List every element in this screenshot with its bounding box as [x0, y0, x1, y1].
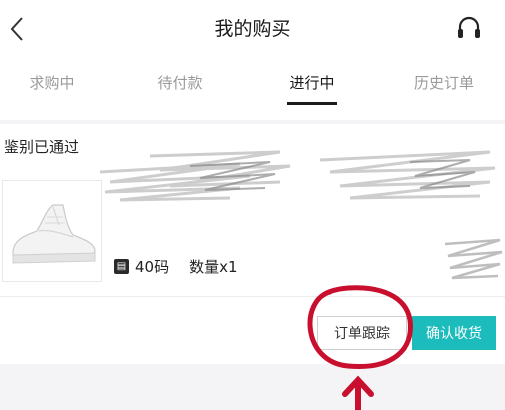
- order-tabs: 求购中 待付款 进行中 历史订单: [0, 58, 505, 120]
- product-size: 40码: [135, 258, 170, 276]
- card-divider: [0, 296, 505, 297]
- annotation-arrow-icon: [342, 375, 374, 410]
- headset-icon: [458, 16, 480, 38]
- tab-seeking[interactable]: 求购中: [22, 72, 82, 93]
- order-tracking-button[interactable]: 订单跟踪: [317, 316, 407, 350]
- tab-in-progress[interactable]: 进行中: [282, 72, 342, 93]
- redacted-price: [444, 238, 503, 280]
- active-tab-indicator: [287, 102, 337, 105]
- product-quantity: 数量x1: [189, 258, 238, 276]
- product-image[interactable]: [2, 180, 102, 282]
- product-spec: ▤ 40码 数量x1: [114, 256, 238, 277]
- order-status: 鉴别已通过: [4, 138, 80, 156]
- size-tag-icon: ▤: [114, 259, 129, 274]
- redacted-product-name: [99, 150, 496, 202]
- order-card[interactable]: 鉴别已通过 ▤ 40码 数量x1 订单跟踪 确认收货: [0, 124, 505, 364]
- tab-pending-payment[interactable]: 待付款: [150, 72, 210, 93]
- sneaker-image: [12, 204, 96, 264]
- app-header: 我的购买: [0, 0, 505, 58]
- customer-service-button[interactable]: [453, 13, 485, 45]
- tab-history-orders[interactable]: 历史订单: [404, 72, 484, 93]
- confirm-receipt-button[interactable]: 确认收货: [412, 316, 496, 350]
- page-title: 我的购买: [214, 18, 291, 40]
